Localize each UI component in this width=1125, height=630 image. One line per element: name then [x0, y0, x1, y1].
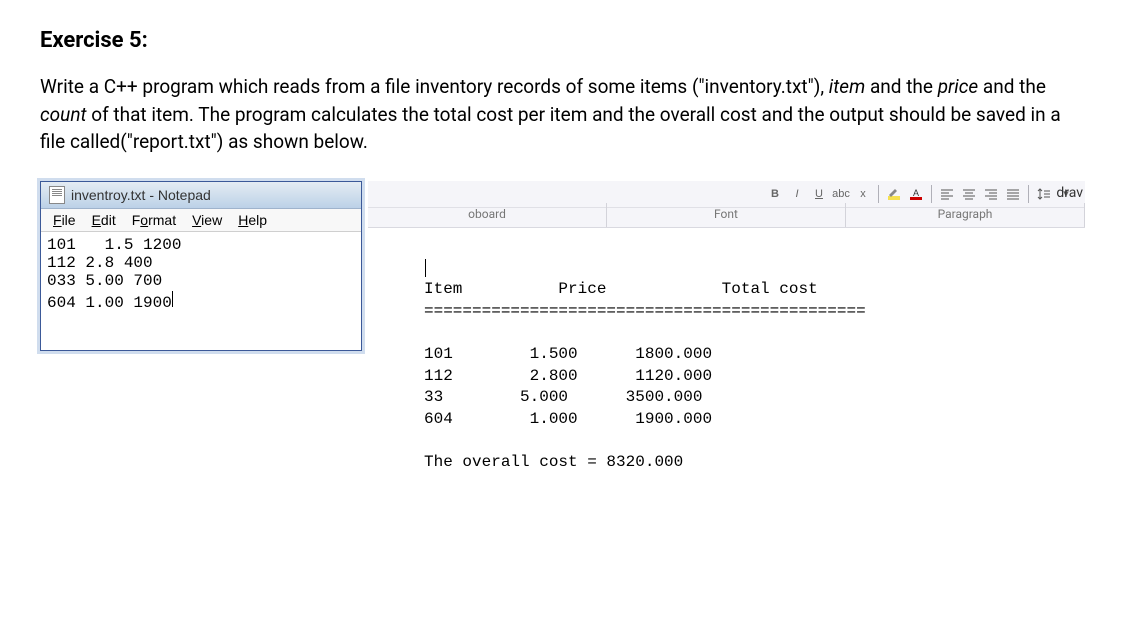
notepad-window: inventroy.txt - Notepad File Edit Format…: [40, 181, 362, 351]
ribbon-group-clipboard: oboard: [368, 203, 607, 227]
report-text-area[interactable]: Item Price Total cost ==================…: [368, 228, 1085, 484]
report-overall: The overall cost = 8320.000: [424, 453, 683, 471]
desc-italic-item: item: [829, 75, 865, 98]
highlight-icon[interactable]: [885, 186, 903, 202]
desc-italic-price: price: [938, 75, 979, 98]
separator-icon: [878, 185, 879, 203]
menu-view[interactable]: View: [184, 211, 230, 229]
menu-format[interactable]: Format: [124, 211, 184, 229]
text-cursor-icon: [171, 291, 173, 307]
svg-text:A: A: [913, 188, 919, 198]
ribbon-group-paragraph: Paragraph: [846, 203, 1085, 227]
italic-icon[interactable]: I: [788, 186, 806, 202]
report-header-row: Item Price Total cost: [424, 280, 818, 298]
word-pane: B I U abc x A: [368, 181, 1085, 484]
notepad-menubar: File Edit Format View Help: [41, 209, 361, 232]
ribbon-group-font: Font: [607, 203, 846, 227]
linespacing-icon[interactable]: [1035, 186, 1053, 202]
align-right-icon[interactable]: [982, 186, 1000, 202]
text-cursor-icon: [424, 259, 426, 277]
fontcolor-icon[interactable]: A: [907, 186, 925, 202]
align-center-icon[interactable]: [960, 186, 978, 202]
underline-icon[interactable]: U: [810, 186, 828, 202]
notepad-titlebar: inventroy.txt - Notepad: [41, 182, 361, 209]
separator-icon-2: [931, 185, 932, 203]
notepad-file-icon: [49, 186, 65, 204]
align-left-icon[interactable]: [938, 186, 956, 202]
notepad-content: 101 1.5 1200 112 2.8 400 033 5.00 700 60…: [47, 236, 181, 312]
desc-text-4: of that item. The program calculates the…: [40, 103, 1061, 154]
script-icon[interactable]: x: [854, 186, 872, 202]
menu-file[interactable]: File: [45, 211, 84, 229]
ribbon-bar: B I U abc x A: [368, 181, 1085, 228]
report-row: 604 1.000 1900.000: [424, 410, 712, 428]
screenshots-row: inventroy.txt - Notepad File Edit Format…: [40, 181, 1085, 484]
draw-truncated-label: drav: [1056, 185, 1083, 201]
report-row: 33 5.000 3500.000: [424, 388, 702, 406]
desc-text-3: and the: [978, 75, 1046, 98]
separator-icon-3: [1028, 185, 1029, 203]
align-justify-icon[interactable]: [1004, 186, 1022, 202]
report-row: 112 2.800 1120.000: [424, 367, 712, 385]
exercise-title: Exercise 5:: [40, 28, 1085, 53]
notepad-text-area[interactable]: 101 1.5 1200 112 2.8 400 033 5.00 700 60…: [41, 232, 361, 350]
bold-icon[interactable]: B: [766, 186, 784, 202]
menu-help[interactable]: Help: [230, 211, 275, 229]
menu-edit[interactable]: Edit: [84, 211, 124, 229]
notepad-title-text: inventroy.txt - Notepad: [71, 187, 211, 203]
report-row: 101 1.500 1800.000: [424, 345, 712, 363]
desc-text-1: Write a C++ program which reads from a f…: [40, 75, 829, 98]
report-divider: ========================================…: [424, 302, 866, 320]
desc-text-2: and the: [865, 75, 937, 98]
exercise-description: Write a C++ program which reads from a f…: [40, 73, 1085, 156]
desc-italic-count: count: [40, 103, 87, 126]
strike-icon[interactable]: abc: [832, 186, 850, 202]
